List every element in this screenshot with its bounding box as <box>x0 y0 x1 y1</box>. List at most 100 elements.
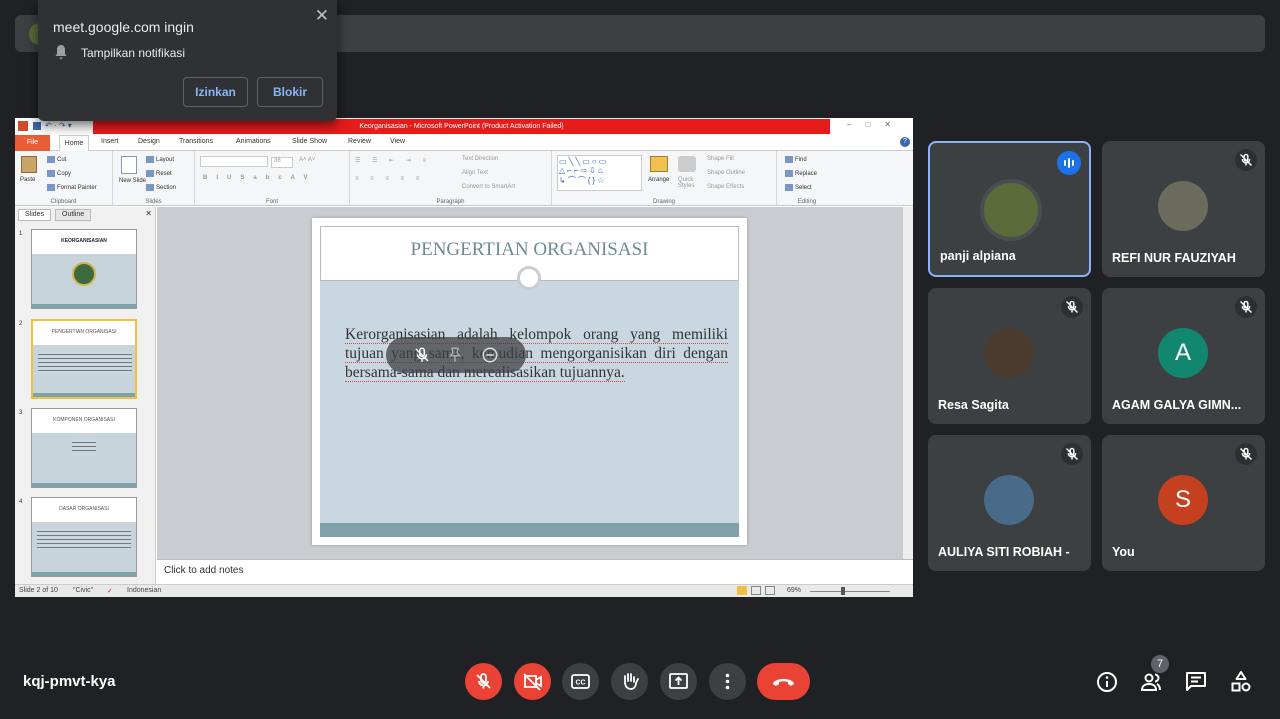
shapes-gallery[interactable]: ▭╲╲▭○▭ △⌐⌐⇨⇩⌂ ↳⌒⌒{}☆ <box>557 155 642 191</box>
slide-canvas: PENGERTIAN ORGANISASI Kerorganisasian ad… <box>157 207 902 559</box>
reset-button[interactable]: Reset <box>146 170 172 177</box>
close-pane-icon[interactable]: ✕ <box>145 209 152 218</box>
allow-button[interactable]: Izinkan <box>183 77 248 107</box>
undo-icon[interactable]: ↶ · ↷ ▾ <box>45 121 72 130</box>
help-icon[interactable]: ? <box>900 137 910 147</box>
text-direction-button[interactable]: Text Direction <box>462 156 498 162</box>
font-size-field[interactable]: 36 <box>271 157 293 168</box>
slide-thumbnail[interactable]: KEORGANISASIAN <box>31 229 137 309</box>
tab-slides[interactable]: Slides <box>18 209 52 221</box>
vertical-scrollbar[interactable] <box>902 207 913 559</box>
new-slide-icon[interactable] <box>121 156 137 174</box>
captions-icon: CC <box>571 674 590 689</box>
format-painter-button[interactable]: Format Painter <box>47 184 97 191</box>
font-family-field[interactable] <box>200 156 268 167</box>
mic-toggle-button[interactable] <box>465 663 502 700</box>
paste-button[interactable]: Paste <box>20 177 35 183</box>
arrange-icon[interactable] <box>650 156 668 172</box>
close-icon[interactable]: ✕ <box>315 6 329 26</box>
mic-off-icon <box>1235 149 1257 171</box>
pin-icon[interactable] <box>446 346 464 364</box>
activities-button[interactable] <box>1228 669 1254 695</box>
editing-label: Editing <box>797 199 817 205</box>
tab-animations[interactable]: Animations <box>236 138 271 145</box>
reading-view-icon[interactable] <box>765 586 775 595</box>
tab-home[interactable]: Home <box>59 135 89 152</box>
notification-title: meet.google.com ingin <box>53 19 194 35</box>
zoom-slider-thumb[interactable] <box>841 587 845 595</box>
align-icon[interactable]: ≡ ≡ ≡ ≡ ≡ <box>355 176 424 182</box>
normal-view-icon[interactable] <box>737 586 747 595</box>
layout-button[interactable]: Layout <box>146 156 174 163</box>
find-button[interactable]: Find <box>785 156 807 163</box>
tab-insert[interactable]: Insert <box>101 138 119 145</box>
tab-design[interactable]: Design <box>138 138 160 145</box>
bell-icon <box>55 45 67 59</box>
slide-thumbnail[interactable]: DASAR ORGANISASI <box>31 497 137 577</box>
participant-tile[interactable]: panji alpiana <box>928 141 1091 277</box>
new-slide-button[interactable]: New Slide <box>119 178 146 184</box>
meeting-details-button[interactable] <box>1094 669 1120 695</box>
tab-transitions[interactable]: Transitions <box>179 138 213 145</box>
tab-outline[interactable]: Outline <box>55 209 92 221</box>
cut-button[interactable]: Cut <box>47 156 66 163</box>
thumbnail-title: DASAR ORGANISASI <box>32 498 136 522</box>
notes-pane[interactable]: Click to add notes <box>157 559 913 583</box>
arrange-button[interactable]: Arrange <box>648 177 669 183</box>
paste-icon[interactable] <box>21 156 37 173</box>
present-screen-button[interactable] <box>660 663 697 700</box>
leave-call-button[interactable] <box>757 663 810 700</box>
font-style-buttons[interactable]: BIUSabcAV <box>203 175 317 181</box>
more-options-button[interactable] <box>709 663 746 700</box>
quick-styles-button[interactable]: Quick Styles <box>678 177 704 189</box>
captions-button[interactable]: CC <box>562 663 599 700</box>
spellcheck-icon[interactable]: ✓ <box>107 587 113 595</box>
shape-fill-button[interactable]: Shape Fill <box>707 156 734 162</box>
window-controls[interactable]: –□✕ <box>847 120 905 129</box>
tab-slide-show[interactable]: Slide Show <box>292 138 327 145</box>
block-button[interactable]: Blokir <box>257 77 323 107</box>
participant-name: You <box>1112 545 1135 559</box>
slides-pane: Slides Outline ✕ 1 KEORGANISASIAN 2 PENG… <box>15 207 156 584</box>
list-icon[interactable]: ☰ ☰ ⇤ ⇥ ≡ <box>355 157 431 164</box>
tab-review[interactable]: Review <box>348 138 371 145</box>
participant-tile[interactable]: A AGAM GALYA GIMN... <box>1102 288 1265 424</box>
section-button[interactable]: Section <box>146 184 176 191</box>
replace-button[interactable]: Replace <box>785 170 817 177</box>
slide-thumbnail-selected[interactable]: PENGERTIAN ORGANISASI <box>31 319 137 399</box>
notification-prompt: meet.google.com ingin ✕ Tampilkan notifi… <box>38 0 337 121</box>
participant-tile-self[interactable]: S You <box>1102 435 1265 571</box>
ribbon: Paste Cut Copy Format Painter Clipboard … <box>15 151 913 206</box>
drawing-group: ▭╲╲▭○▭ △⌐⌐⇨⇩⌂ ↳⌒⌒{}☆ Arrange Quick Style… <box>552 151 777 206</box>
scissors-icon <box>47 156 55 163</box>
shape-outline-button[interactable]: Shape Outline <box>707 170 745 176</box>
quick-styles-icon[interactable] <box>678 156 696 172</box>
tab-view[interactable]: View <box>390 138 405 145</box>
zoom-slider[interactable] <box>810 591 890 592</box>
slide-thumbnail[interactable]: KOMPONEN ORGANISASI <box>31 408 137 488</box>
slide-number: 2 <box>19 321 23 327</box>
copy-button[interactable]: Copy <box>47 170 71 177</box>
grow-font-icon[interactable]: A˄ A˅ <box>299 157 315 163</box>
current-slide[interactable]: PENGERTIAN ORGANISASI Kerorganisasian ad… <box>312 218 747 545</box>
clipboard-group: Paste Cut Copy Format Painter Clipboard <box>15 151 113 206</box>
paragraph-label: Paragraph <box>436 199 465 205</box>
participant-tile[interactable]: Resa Sagita <box>928 288 1091 424</box>
hand-icon <box>624 673 639 690</box>
camera-toggle-button[interactable] <box>514 663 551 700</box>
align-text-button[interactable]: Align Text <box>462 170 488 176</box>
save-icon[interactable] <box>33 122 41 130</box>
participant-name: AULIYA SITI ROBIAH - <box>938 545 1070 559</box>
remove-icon[interactable] <box>481 346 499 364</box>
slide-title: PENGERTIAN ORGANISASI <box>410 239 649 260</box>
participant-tile[interactable]: AULIYA SITI ROBIAH - <box>928 435 1091 571</box>
smartart-button[interactable]: Convert to SmartArt <box>462 184 515 190</box>
participant-tile[interactable]: REFI NUR FAUZIYAH <box>1102 141 1265 277</box>
speaking-icon <box>1057 151 1081 175</box>
shape-effects-button[interactable]: Shape Effects <box>707 184 744 190</box>
raise-hand-button[interactable] <box>611 663 648 700</box>
slide-sorter-icon[interactable] <box>751 586 761 595</box>
chat-button[interactable] <box>1183 669 1209 695</box>
select-button[interactable]: Select <box>785 184 812 191</box>
tab-file[interactable]: File <box>15 135 50 151</box>
